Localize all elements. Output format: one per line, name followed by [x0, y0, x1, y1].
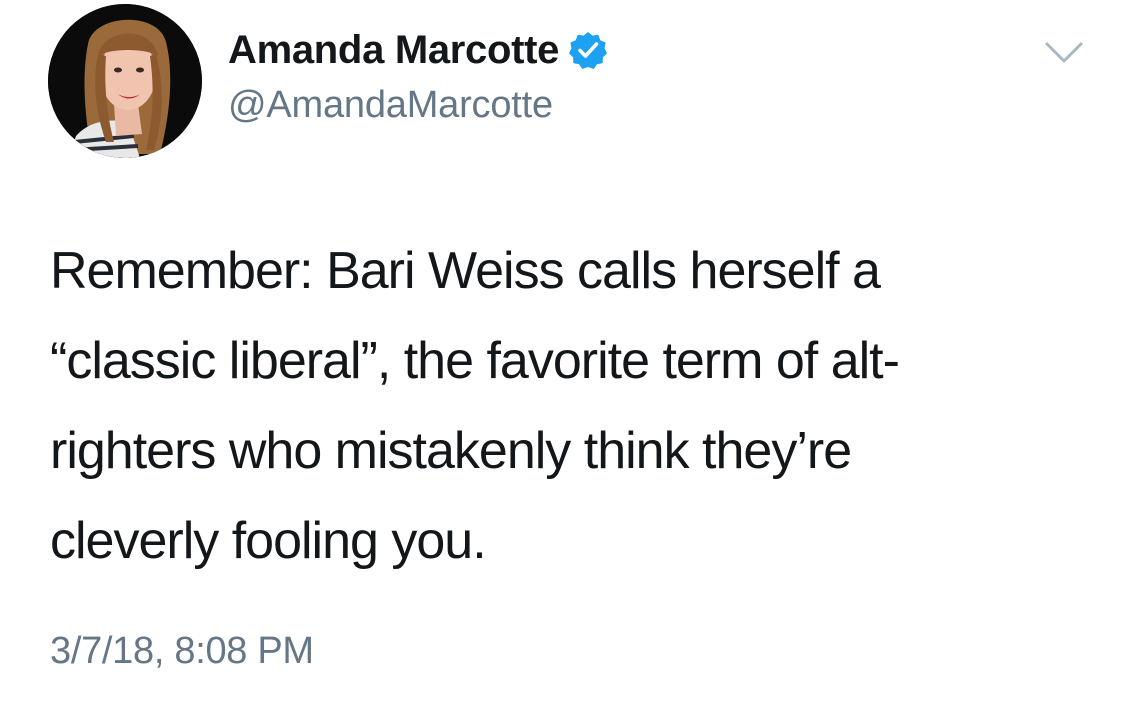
tweet-card: Amanda Marcotte @AmandaMarcotte Remember… — [0, 0, 1124, 708]
avatar-photo — [48, 4, 202, 158]
author-display-name[interactable]: Amanda Marcotte — [228, 28, 559, 73]
tweet-text-line: cleverly fooling you. — [50, 512, 487, 570]
verified-badge-icon — [569, 31, 608, 69]
tweet-text-line: Remember: Bari Weiss calls herself a — [50, 242, 881, 300]
tweet-text: Remember: Bari Weiss calls herself a “cl… — [50, 226, 1100, 586]
chevron-down-icon[interactable] — [1044, 40, 1084, 66]
tweet-text-line: “classic liberal”, the favorite term of … — [50, 332, 900, 390]
author-handle[interactable]: @AmandaMarcotte — [228, 84, 553, 127]
tweet-timestamp[interactable]: 3/7/18, 8:08 PM — [50, 630, 314, 673]
tweet-text-line: righters who mistakenly think they’re — [50, 422, 852, 480]
author-avatar[interactable] — [48, 4, 202, 158]
author-name-row[interactable]: Amanda Marcotte — [228, 26, 608, 74]
